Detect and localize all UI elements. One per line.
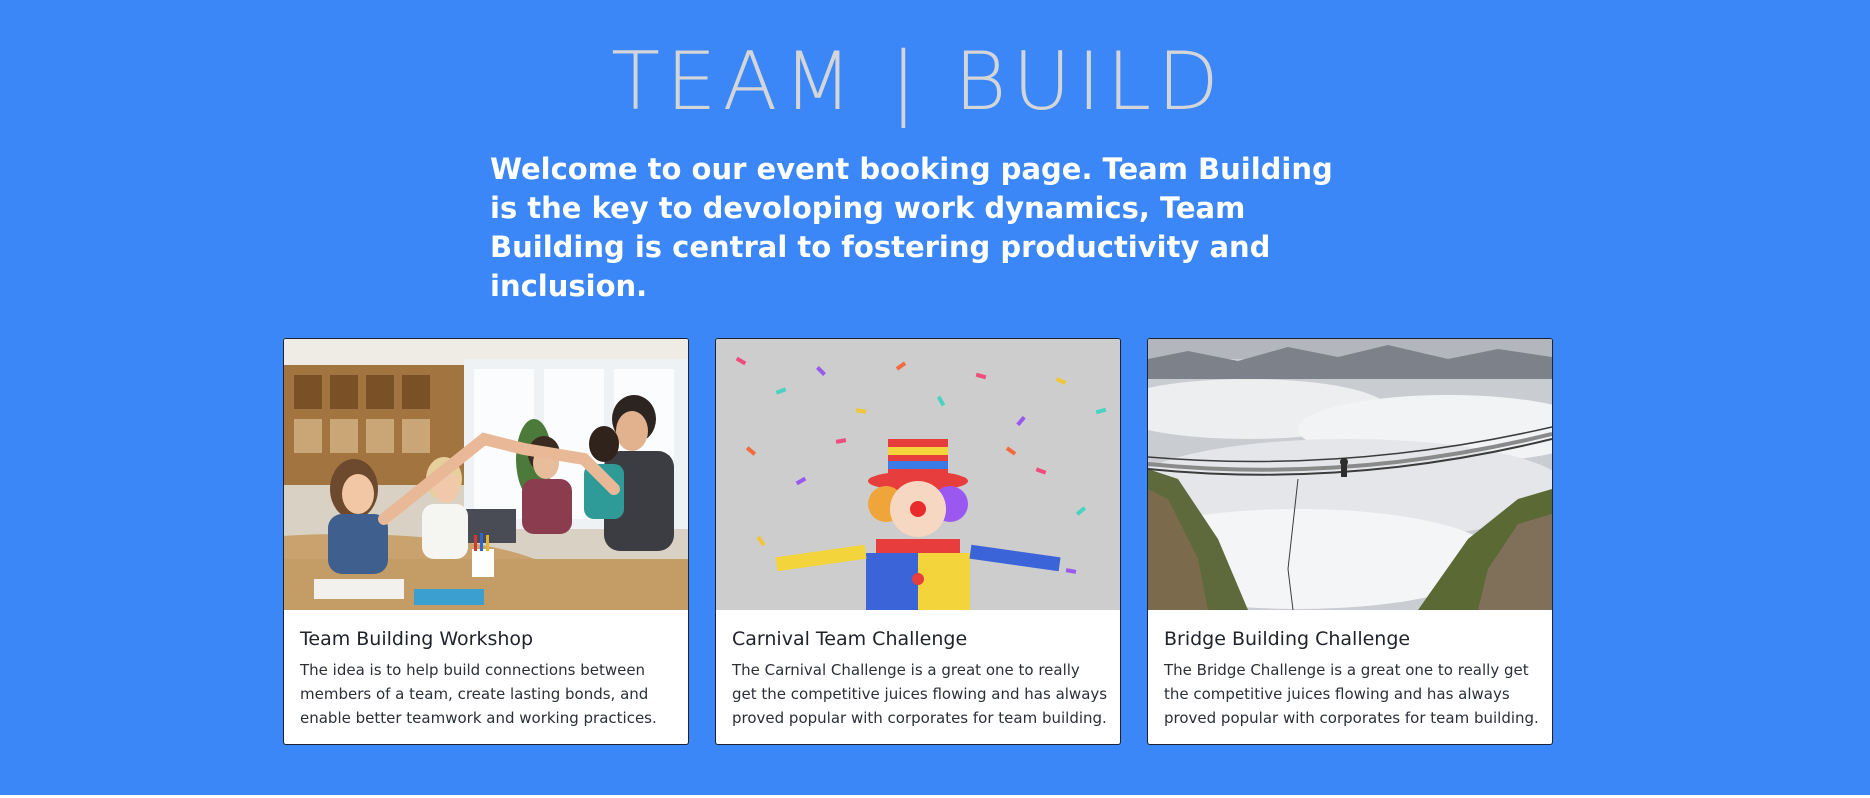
office-team-photo bbox=[284, 339, 688, 610]
card-body: Team Building Workshop The idea is to he… bbox=[300, 626, 676, 730]
event-cards: Team Building Workshop The idea is to he… bbox=[283, 338, 1556, 748]
card-image-workshop bbox=[284, 339, 688, 610]
card-description: The Carnival Challenge is a great one to… bbox=[732, 661, 1108, 727]
card-description: The Bridge Challenge is a great one to r… bbox=[1164, 661, 1539, 727]
card-description: The idea is to help build connections be… bbox=[300, 661, 657, 727]
card-title[interactable]: Team Building Workshop bbox=[300, 626, 676, 652]
card-image-bridge bbox=[1148, 339, 1552, 610]
hero-section: TEAM | BUILD Welcome to our event bookin… bbox=[0, 0, 1870, 795]
card-image-carnival bbox=[716, 339, 1120, 610]
card-body: Carnival Team Challenge The Carnival Cha… bbox=[732, 626, 1108, 730]
site-brand-title: TEAM | BUILD bbox=[611, 35, 1225, 128]
card-title[interactable]: Bridge Building Challenge bbox=[1164, 626, 1540, 652]
event-card-bridge[interactable]: Bridge Building Challenge The Bridge Cha… bbox=[1147, 338, 1553, 745]
event-card-carnival[interactable]: Carnival Team Challenge The Carnival Cha… bbox=[715, 338, 1121, 745]
card-title[interactable]: Carnival Team Challenge bbox=[732, 626, 1108, 652]
event-card-workshop[interactable]: Team Building Workshop The idea is to he… bbox=[283, 338, 689, 745]
rope-bridge-photo bbox=[1148, 339, 1552, 610]
card-body: Bridge Building Challenge The Bridge Cha… bbox=[1164, 626, 1540, 730]
clown-confetti-photo bbox=[716, 339, 1120, 610]
intro-text: Welcome to our event booking page. Team … bbox=[490, 152, 1333, 303]
